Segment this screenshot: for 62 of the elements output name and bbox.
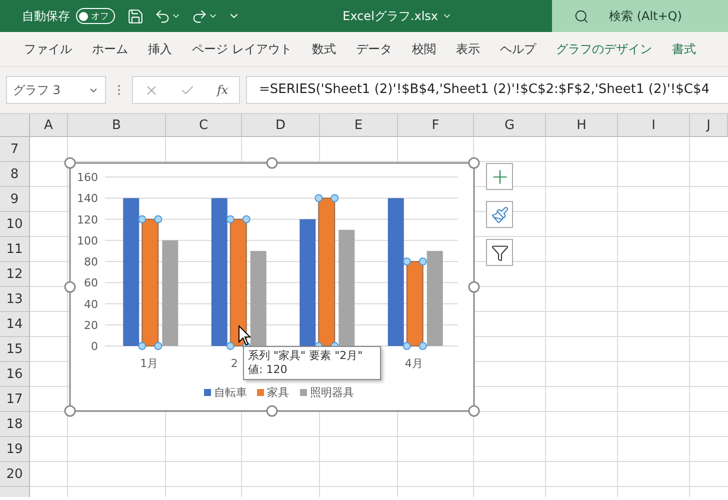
ribbon-tab[interactable]: ホーム: [82, 40, 138, 58]
axis-label: 80: [84, 256, 98, 268]
search-field[interactable]: 検索 (Alt+Q): [552, 0, 728, 32]
row-header[interactable]: 12: [0, 262, 30, 287]
row-header[interactable]: 18: [0, 412, 30, 437]
file-name[interactable]: Excelグラフ.xlsx: [342, 8, 438, 24]
category-label: 1月: [140, 357, 158, 370]
row-header[interactable]: 8: [0, 162, 30, 187]
ribbon-tab[interactable]: 挿入: [138, 40, 182, 58]
axis-label: 100: [77, 234, 98, 248]
legend-label: 照明器具: [310, 386, 354, 399]
ribbon-tab[interactable]: 校閲: [402, 40, 446, 58]
column-header[interactable]: F: [398, 114, 474, 137]
ribbon-tab[interactable]: ファイル: [14, 40, 82, 58]
row-header[interactable]: 9: [0, 187, 30, 212]
row-header[interactable]: 10: [0, 212, 30, 237]
column-header[interactable]: J: [690, 114, 728, 137]
axis-label: 60: [84, 276, 98, 290]
axis-label: 140: [77, 192, 98, 206]
category-label: 2: [230, 357, 238, 370]
ribbon-tab[interactable]: 表示: [446, 40, 490, 58]
row-header[interactable]: 15: [0, 337, 30, 362]
legend-item[interactable]: 家具: [257, 386, 289, 399]
row-header[interactable]: 20: [0, 462, 30, 487]
autosave-toggle[interactable]: オフ: [76, 8, 115, 24]
tooltip-text: 値: 120: [248, 363, 288, 377]
ribbon-tab[interactable]: 数式: [302, 40, 346, 58]
ribbon-tab[interactable]: グラフのデザイン: [546, 40, 662, 58]
axis-label: 120: [77, 213, 98, 226]
row-header[interactable]: 16: [0, 362, 30, 387]
tooltip-text: 系列 "家具" 要素 "2月": [248, 349, 364, 363]
column-header[interactable]: C: [166, 114, 242, 137]
column-header[interactable]: G: [474, 114, 546, 137]
axis-label: 20: [84, 318, 98, 332]
row-header[interactable]: 19: [0, 437, 30, 462]
axis-label: 0: [91, 340, 98, 353]
column-header[interactable]: D: [242, 114, 320, 137]
legend-label: 自転車: [214, 386, 247, 399]
ribbon-tab[interactable]: 書式: [662, 40, 706, 58]
legend-label: 家具: [267, 386, 289, 399]
legend-item[interactable]: 自転車: [204, 386, 247, 399]
row-header[interactable]: 7: [0, 137, 30, 162]
column-header[interactable]: E: [320, 114, 398, 137]
insert-function-button[interactable]: fx: [216, 83, 228, 97]
axis-label: 160: [77, 171, 98, 184]
row-header[interactable]: 11: [0, 237, 30, 262]
column-header[interactable]: A: [30, 114, 68, 137]
formula-field[interactable]: =SERIES('Sheet1 (2)'!$B$4,'Sheet1 (2)'!$C$2:$F$2,'Sheet1 (2)'!$C$4: [246, 76, 728, 104]
row-header[interactable]: 13: [0, 287, 30, 312]
legend-item[interactable]: 照明器具: [300, 386, 354, 399]
autosave-label: 自動保存: [22, 8, 70, 24]
axis-label: 40: [84, 298, 98, 311]
column-header[interactable]: H: [546, 114, 618, 137]
row-header[interactable]: 17: [0, 387, 30, 412]
ribbon-tab[interactable]: ページ レイアウト: [182, 40, 302, 58]
category-label: 4月: [404, 357, 423, 370]
ribbon-tab[interactable]: データ: [346, 40, 402, 58]
name-box[interactable]: グラフ 3: [6, 76, 106, 104]
column-header[interactable]: I: [618, 114, 690, 137]
ribbon-tab[interactable]: ヘルプ: [490, 40, 546, 58]
column-header[interactable]: B: [68, 114, 166, 137]
row-header[interactable]: 14: [0, 312, 30, 337]
